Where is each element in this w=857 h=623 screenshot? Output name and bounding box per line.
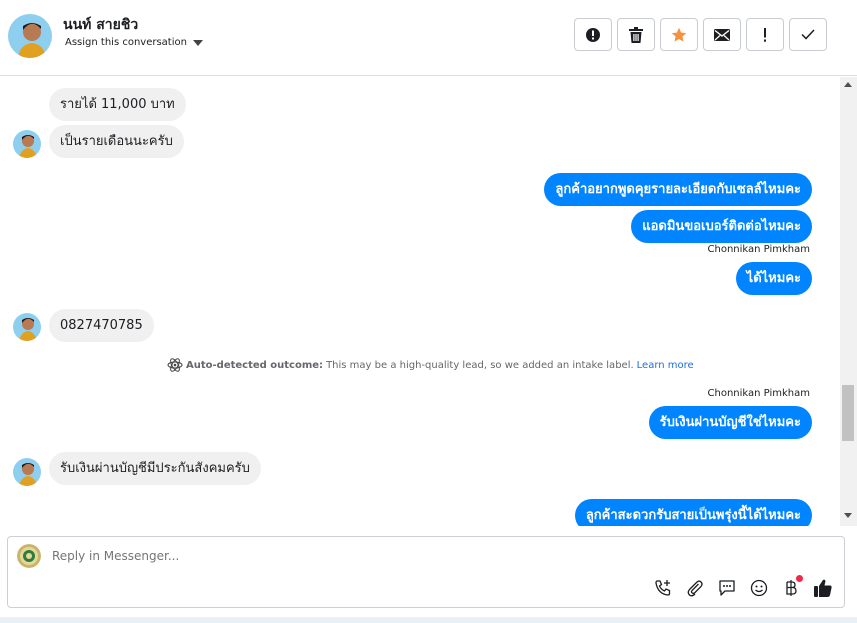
mark-done-button[interactable] xyxy=(789,18,827,51)
learn-more-link[interactable]: Learn more xyxy=(637,360,694,371)
outgoing-message: รับเงินผ่านบัญชีใช่ไหมคะ xyxy=(648,406,812,439)
emoji-button[interactable] xyxy=(749,578,769,598)
assign-conversation-dropdown[interactable]: Assign this conversation xyxy=(65,37,203,48)
sender-name: Chonnikan Pimkham xyxy=(707,244,810,255)
saved-reply-icon xyxy=(719,580,735,596)
paperclip-icon xyxy=(687,580,703,597)
atom-icon xyxy=(167,358,183,372)
notification-dot xyxy=(796,575,803,582)
contact-avatar-small xyxy=(13,458,41,486)
follow-up-button[interactable] xyxy=(746,18,784,51)
reply-input[interactable] xyxy=(52,549,752,563)
incoming-message: เป็นรายเดือนนะครับ xyxy=(49,125,184,158)
outcome-text: This may be a high-quality lead, so we a… xyxy=(326,359,634,371)
scroll-thumb[interactable] xyxy=(842,385,854,441)
incoming-message: 0827470785 xyxy=(49,309,154,342)
mark-unread-button[interactable] xyxy=(703,18,741,51)
payment-button[interactable] xyxy=(781,575,803,598)
outgoing-message: ลูกค้าสะดวกรับสายเป็นพรุ่งนี้ได้ไหมคะ xyxy=(574,499,812,526)
star-button[interactable] xyxy=(660,18,698,51)
outgoing-message: แอดมินขอเบอร์ติดต่อไหมคะ xyxy=(631,210,812,243)
like-button[interactable] xyxy=(813,578,833,598)
thumbs-up-icon xyxy=(814,579,832,597)
thread-scrollbar[interactable] xyxy=(840,77,857,526)
composer-tools xyxy=(653,575,833,598)
saved-replies-button[interactable] xyxy=(717,578,737,598)
phone-add-icon xyxy=(655,580,671,596)
sender-name: Chonnikan Pimkham xyxy=(707,388,810,399)
outcome-label: Auto-detected outcome: xyxy=(186,359,324,371)
incoming-message: รายได้ 11,000 บาท xyxy=(49,88,186,121)
mark-spam-button[interactable] xyxy=(574,18,612,51)
baht-payment-icon xyxy=(786,580,797,596)
bottom-strip xyxy=(0,617,857,623)
exclamation-circle-icon xyxy=(586,27,600,42)
contact-avatar-small xyxy=(13,130,41,158)
caret-down-icon xyxy=(192,39,203,46)
trash-icon xyxy=(629,26,643,43)
contact-avatar-small xyxy=(13,313,41,341)
scroll-down-arrow[interactable] xyxy=(844,513,852,518)
delete-button[interactable] xyxy=(617,18,655,51)
envelope-icon xyxy=(714,28,730,41)
attach-button[interactable] xyxy=(685,578,705,598)
assign-label: Assign this conversation xyxy=(65,37,187,48)
reply-composer xyxy=(7,536,845,608)
call-button[interactable] xyxy=(653,578,673,598)
incoming-message: รับเงินผ่านบัญชีมีประกันสังคมครับ xyxy=(49,452,261,485)
scroll-up-arrow[interactable] xyxy=(844,82,852,87)
conversation-actions xyxy=(574,18,827,51)
conversation-header: นนท์ สายชิว Assign this conversation xyxy=(0,0,857,76)
star-icon xyxy=(671,27,687,42)
page-avatar xyxy=(17,544,41,568)
outgoing-message: ได้ไหมคะ xyxy=(735,262,812,295)
check-icon xyxy=(801,29,815,40)
auto-detected-outcome-notice: Auto-detected outcome: This may be a hig… xyxy=(167,357,694,373)
exclamation-icon xyxy=(764,27,766,42)
message-thread[interactable]: รายได้ 11,000 บาท เป็นรายเดือนนะครับ ลูก… xyxy=(0,77,840,526)
contact-avatar[interactable] xyxy=(8,14,52,58)
outgoing-message: ลูกค้าอยากพูดคุยรายละเอียดกับเซลล์ไหมคะ xyxy=(544,173,812,206)
contact-name: นนท์ สายชิว xyxy=(63,17,139,33)
emoji-icon xyxy=(750,579,768,597)
